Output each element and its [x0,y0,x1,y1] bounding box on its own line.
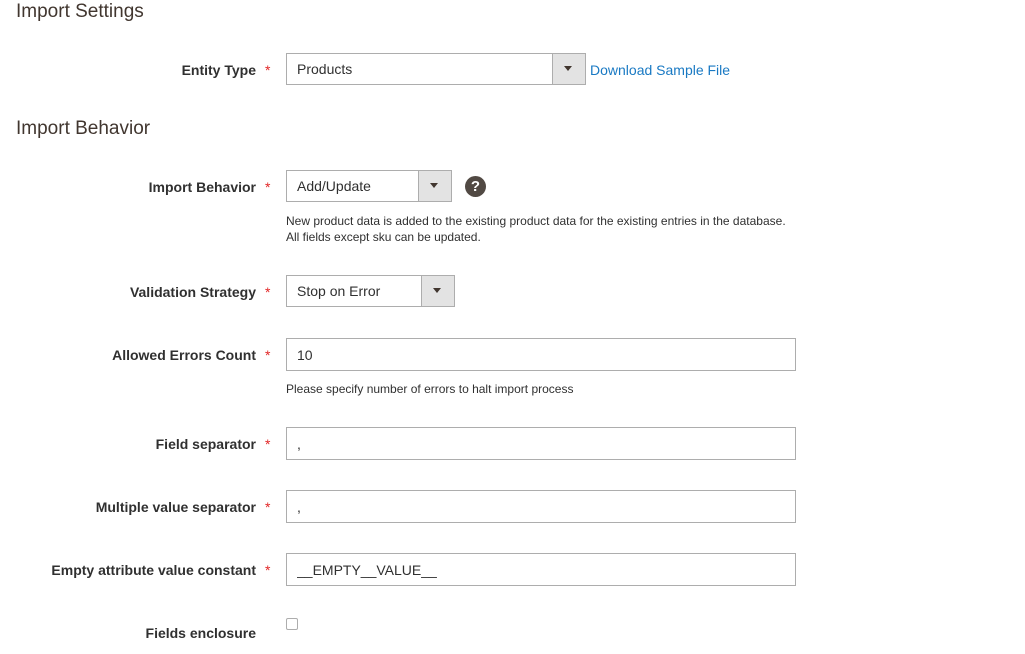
validation-strategy-label: Validation Strategy [129,284,256,300]
fields-enclosure-checkbox[interactable] [286,618,298,630]
dropdown-arrow [421,276,454,306]
chevron-down-icon [433,288,441,293]
import-behavior-note: New product data is added to the existin… [286,214,786,244]
question-circle-icon[interactable]: ? [465,176,486,197]
multiple-value-separator-input[interactable] [286,490,796,523]
required-marker: * [265,62,271,78]
dropdown-arrow [552,54,585,84]
section-title-import-behavior: Import Behavior [16,118,151,139]
required-marker: * [265,436,271,452]
import-behavior-selected-value: Add/Update [297,178,371,194]
required-marker: * [265,499,271,515]
section-title-import-settings: Import Settings [16,1,144,22]
fields-enclosure-label: Fields enclosure [145,625,256,641]
required-marker: * [265,347,271,363]
import-behavior-select[interactable]: Add/Update [286,170,452,202]
download-sample-file-link[interactable]: Download Sample File [590,62,730,78]
multiple-value-separator-label: Multiple value separator [95,499,256,515]
entity-type-label: Entity Type [181,62,256,78]
entity-type-selected-value: Products [297,61,353,77]
entity-type-select[interactable]: Products [286,53,586,85]
field-separator-label: Field separator [155,436,256,452]
required-marker: * [265,284,271,300]
allowed-errors-input[interactable] [286,338,796,371]
required-marker: * [265,179,271,195]
chevron-down-icon [564,66,572,71]
empty-attribute-label: Empty attribute value constant [51,562,256,578]
allowed-errors-note: Please specify number of errors to halt … [286,382,574,396]
validation-strategy-selected-value: Stop on Error [297,283,381,299]
field-separator-input[interactable] [286,427,796,460]
import-behavior-label: Import Behavior [148,179,256,195]
required-marker: * [265,562,271,578]
empty-attribute-input[interactable] [286,553,796,586]
allowed-errors-label: Allowed Errors Count [112,347,256,363]
dropdown-arrow [418,171,451,201]
validation-strategy-select[interactable]: Stop on Error [286,275,455,307]
chevron-down-icon [430,183,438,188]
